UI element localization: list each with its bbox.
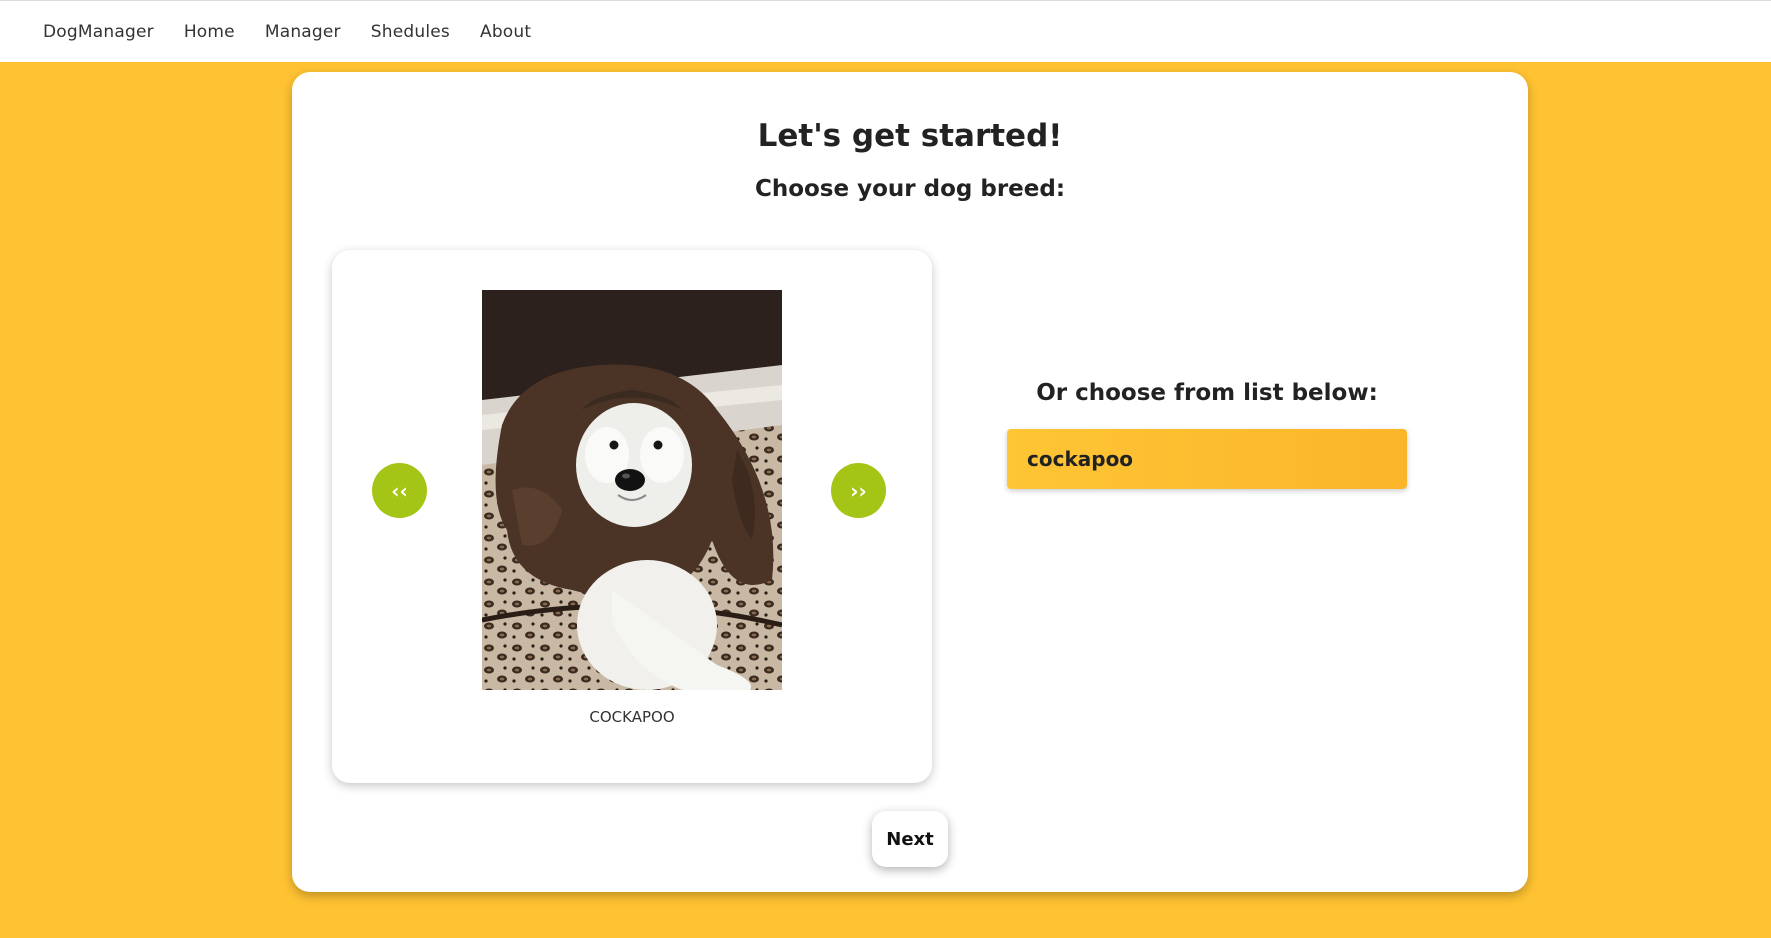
main-card: Let's get started! Choose your dog breed…: [292, 72, 1528, 892]
breed-carousel: ‹‹ ›› COCKAPOO: [332, 250, 932, 783]
carousel-prev-button[interactable]: ‹‹: [372, 463, 427, 518]
breed-caption: COCKAPOO: [589, 708, 675, 726]
breed-list-label: Or choose from list below:: [1036, 380, 1378, 406]
carousel-next-button[interactable]: ››: [831, 463, 886, 518]
breed-select[interactable]: cockapoo: [1007, 429, 1407, 489]
next-button[interactable]: Next: [872, 811, 948, 867]
nav-item-manager[interactable]: Manager: [265, 22, 341, 42]
nav-item-home[interactable]: Home: [184, 22, 235, 42]
navbar: DogManager Home Manager Shedules About: [0, 0, 1771, 62]
dog-photo: [482, 290, 782, 690]
page-subtitle: Choose your dog breed:: [754, 176, 1066, 202]
nav-item-about[interactable]: About: [480, 22, 531, 42]
page-title: Let's get started!: [757, 118, 1063, 154]
nav-item-shedules[interactable]: Shedules: [371, 22, 450, 42]
brand-link[interactable]: DogManager: [43, 22, 154, 42]
